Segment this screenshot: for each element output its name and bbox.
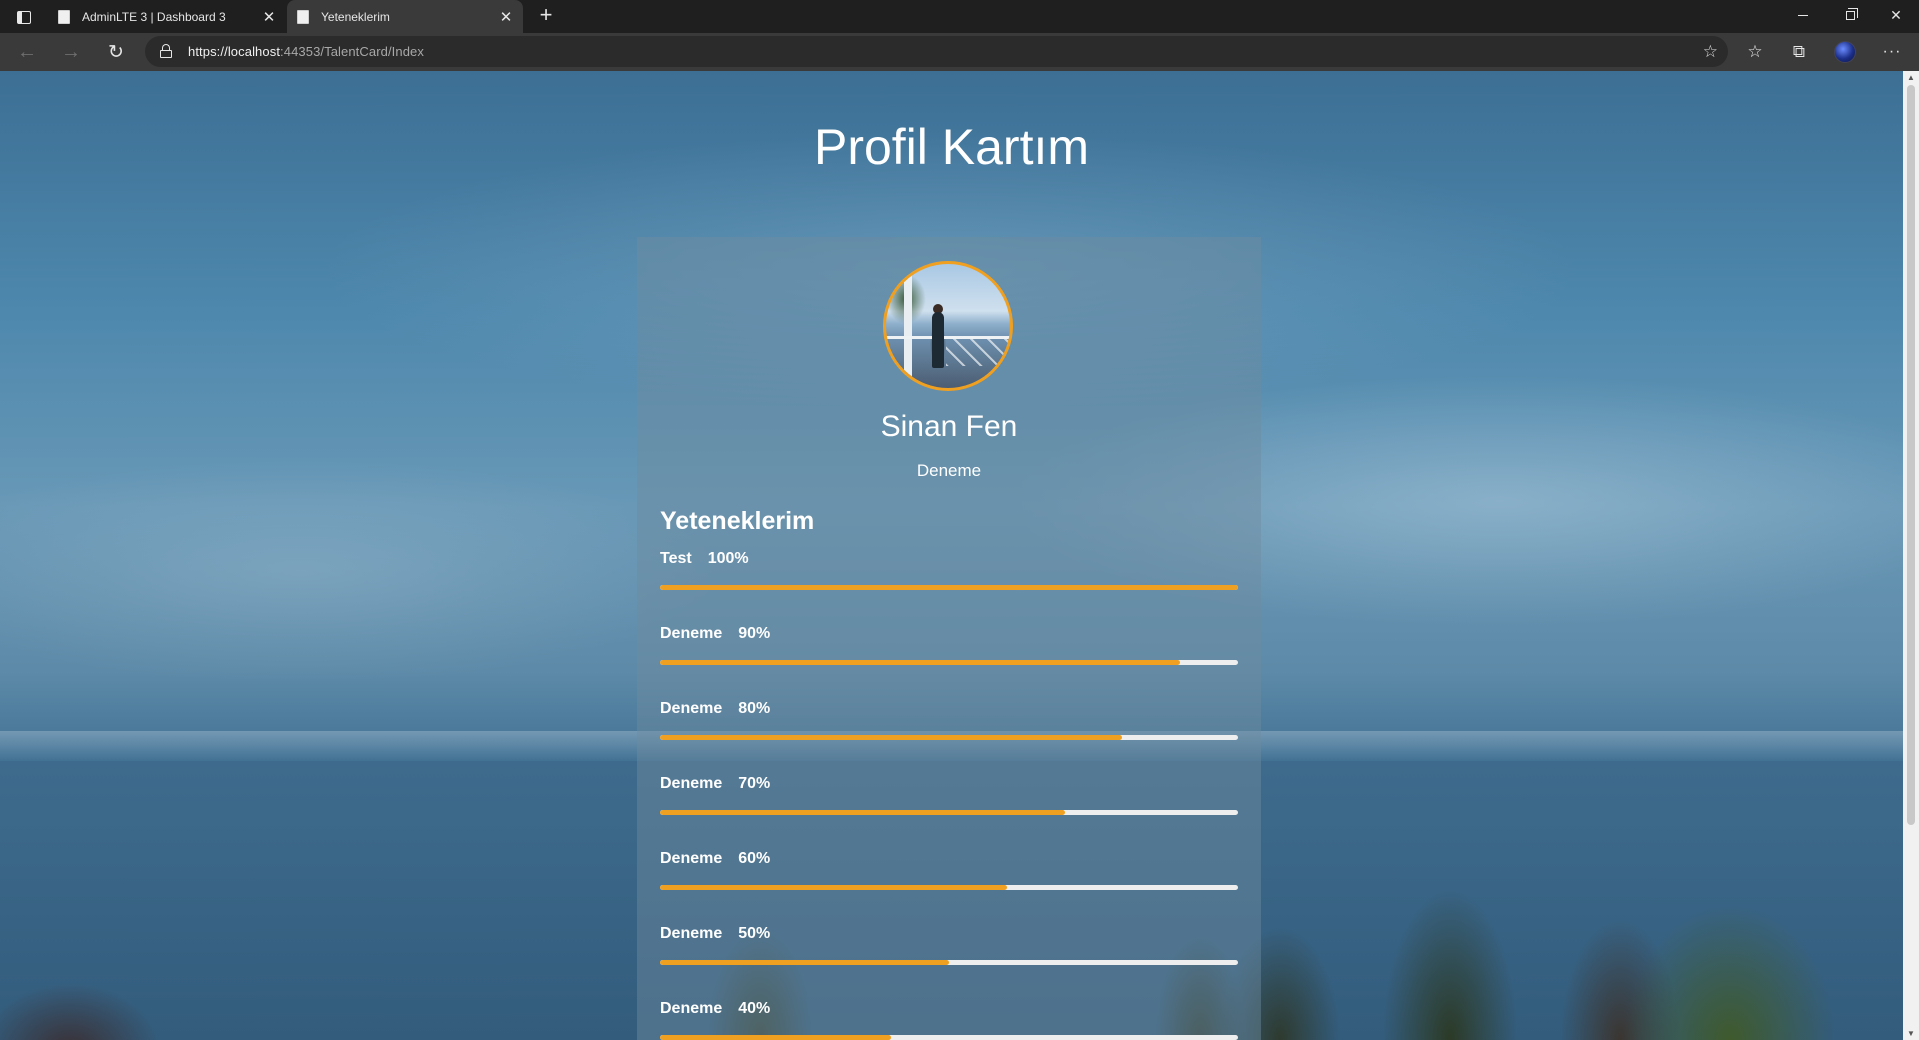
skill-label: Deneme 90% bbox=[660, 625, 770, 643]
url-host: https://localhost bbox=[188, 44, 281, 59]
scrollbar-thumb[interactable] bbox=[1907, 85, 1915, 825]
skill-progress-fill bbox=[660, 960, 949, 965]
skill-label: Deneme 40% bbox=[660, 1000, 770, 1018]
lock-icon[interactable] bbox=[160, 44, 172, 58]
page-viewport: Profil Kartım Sinan Fen Deneme Yetenekle… bbox=[0, 71, 1903, 1040]
tab-actions-icon bbox=[17, 10, 31, 24]
skill-progress-fill bbox=[660, 1035, 892, 1040]
skill-item: Deneme 90% bbox=[660, 625, 1238, 685]
skill-name: Deneme bbox=[660, 775, 723, 792]
address-bar[interactable]: https://localhost:44353/TalentCard/Index… bbox=[145, 36, 1728, 67]
background-trees-right bbox=[1200, 771, 1903, 1040]
page-icon bbox=[58, 9, 70, 24]
tab-title: Yeteneklerim bbox=[321, 9, 390, 24]
scroll-up-icon[interactable]: ▲ bbox=[1907, 73, 1915, 82]
tab-bar: AdminLTE 3 | Dashboard 3 ✕ Yeteneklerim … bbox=[0, 0, 1919, 33]
skill-label: Deneme 50% bbox=[660, 925, 770, 943]
tab-title: AdminLTE 3 | Dashboard 3 bbox=[82, 9, 226, 24]
skill-item: Deneme 40% bbox=[660, 1000, 1238, 1040]
skill-progress-track bbox=[660, 960, 1238, 965]
background-trees-left bbox=[0, 911, 200, 1040]
skill-name: Deneme bbox=[660, 925, 723, 942]
skill-percent: 70% bbox=[738, 775, 771, 792]
more-icon[interactable]: ··· bbox=[1878, 40, 1906, 66]
skill-progress-fill bbox=[660, 810, 1065, 815]
skill-progress-track bbox=[660, 660, 1238, 665]
scroll-down-icon[interactable]: ▼ bbox=[1907, 1029, 1915, 1038]
skill-percent: 100% bbox=[707, 550, 749, 567]
url-path: :44353/TalentCard/Index bbox=[280, 44, 424, 59]
skill-item: Deneme 50% bbox=[660, 925, 1238, 985]
skill-progress-track bbox=[660, 1035, 1238, 1040]
profile-card: Sinan Fen Deneme Yeteneklerim Test 100% D… bbox=[637, 237, 1261, 1040]
collections-icon[interactable]: ⧉ bbox=[1785, 40, 1813, 66]
tab-actions-button[interactable] bbox=[12, 6, 36, 28]
browser-toolbar: ← → ↻ https://localhost:44353/TalentCard… bbox=[0, 33, 1919, 71]
skill-name: Deneme bbox=[660, 700, 723, 717]
skill-percent: 60% bbox=[738, 850, 771, 867]
profile-name: Sinan Fen bbox=[880, 410, 1018, 443]
skill-name: Test bbox=[660, 550, 692, 567]
skill-name: Deneme bbox=[660, 1000, 723, 1017]
skill-label: Deneme 70% bbox=[660, 775, 770, 793]
skill-label: Deneme 60% bbox=[660, 850, 770, 868]
favorites-icon[interactable]: ☆ bbox=[1741, 40, 1769, 66]
skill-item: Test 100% bbox=[660, 550, 1238, 610]
minimize-icon bbox=[1798, 14, 1808, 16]
skill-progress-track bbox=[660, 735, 1238, 740]
skill-label: Test 100% bbox=[660, 550, 749, 568]
window-close-button[interactable]: ✕ bbox=[1873, 0, 1919, 30]
skills-heading: Yeteneklerim bbox=[660, 507, 815, 535]
skill-item: Deneme 60% bbox=[660, 850, 1238, 910]
skill-percent: 50% bbox=[738, 925, 771, 942]
skill-progress-track bbox=[660, 585, 1238, 590]
plus-icon[interactable]: + bbox=[533, 3, 559, 29]
close-icon[interactable]: ✕ bbox=[495, 8, 517, 26]
skill-percent: 90% bbox=[738, 625, 771, 642]
avatar bbox=[883, 261, 1013, 391]
restore-button[interactable] bbox=[1827, 0, 1873, 30]
page-scrollbar[interactable]: ▲ ▼ bbox=[1903, 71, 1919, 1040]
skill-item: Deneme 80% bbox=[660, 700, 1238, 760]
profile-avatar-icon[interactable] bbox=[1834, 41, 1856, 63]
url-text[interactable]: https://localhost:44353/TalentCard/Index bbox=[188, 44, 424, 59]
skill-name: Deneme bbox=[660, 850, 723, 867]
skill-percent: 40% bbox=[738, 1000, 771, 1017]
minimize-button[interactable] bbox=[1780, 0, 1826, 30]
skill-progress-fill bbox=[660, 660, 1181, 665]
tab-adminlte-dashboard[interactable]: AdminLTE 3 | Dashboard 3 ✕ bbox=[48, 0, 286, 33]
skill-progress-fill bbox=[660, 585, 1238, 590]
skill-item: Deneme 70% bbox=[660, 775, 1238, 835]
restore-icon bbox=[1845, 7, 1858, 20]
skill-label: Deneme 80% bbox=[660, 700, 770, 718]
page-title: Profil Kartım bbox=[813, 119, 1090, 175]
tab-yeteneklerim[interactable]: Yeteneklerim ✕ bbox=[287, 0, 523, 33]
arrow-right-icon[interactable]: → bbox=[55, 37, 87, 67]
skill-progress-fill bbox=[660, 885, 1007, 890]
reload-icon[interactable]: ↻ bbox=[100, 37, 132, 67]
skill-progress-fill bbox=[660, 735, 1123, 740]
skill-progress-track bbox=[660, 810, 1238, 815]
skill-progress-track bbox=[660, 885, 1238, 890]
skill-name: Deneme bbox=[660, 625, 723, 642]
page-icon bbox=[297, 9, 309, 24]
close-icon[interactable]: ✕ bbox=[258, 8, 280, 26]
arrow-left-icon[interactable]: ← bbox=[11, 37, 43, 67]
profile-subtitle: Deneme bbox=[916, 461, 982, 480]
skill-percent: 80% bbox=[738, 700, 771, 717]
star-add-icon[interactable]: ☆ bbox=[1703, 42, 1718, 62]
